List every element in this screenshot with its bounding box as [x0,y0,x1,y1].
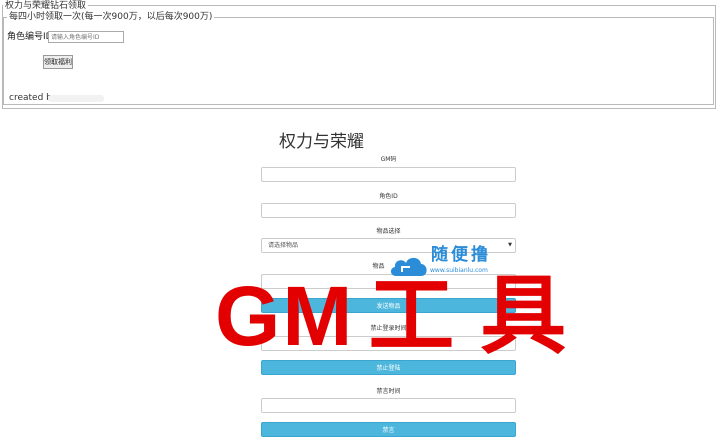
claim-benefit-button[interactable]: 领取福利 [43,55,73,69]
role-id-form-label: 角色ID [379,193,398,200]
role-id-form-input[interactable] [261,203,516,218]
gm-code-input[interactable] [261,167,516,182]
overlay-gm-text: GM [215,269,355,363]
gm-tool-overlay-title: GM 工具 [215,268,575,368]
dropdown-arrow-icon: ▼ [508,242,512,248]
overlay-cn-text: 工具 [368,268,593,364]
mute-time-label: 禁言时间 [376,388,401,395]
item-select-value: 请选择物品 [268,242,299,249]
claim-rule-legend: 每四小时领取一次(每一次900万，以后每次900万) [7,11,215,23]
page-title: 权力与荣耀 [279,132,364,152]
mute-time-input[interactable] [261,398,516,413]
watermark-name: 随便撸 [431,245,491,265]
role-id-input[interactable] [48,31,124,43]
item-select-label: 物品选择 [376,228,401,235]
author-redacted [48,95,104,102]
gm-code-label: GM码 [380,156,397,163]
mute-button[interactable]: 禁言 [261,422,516,437]
